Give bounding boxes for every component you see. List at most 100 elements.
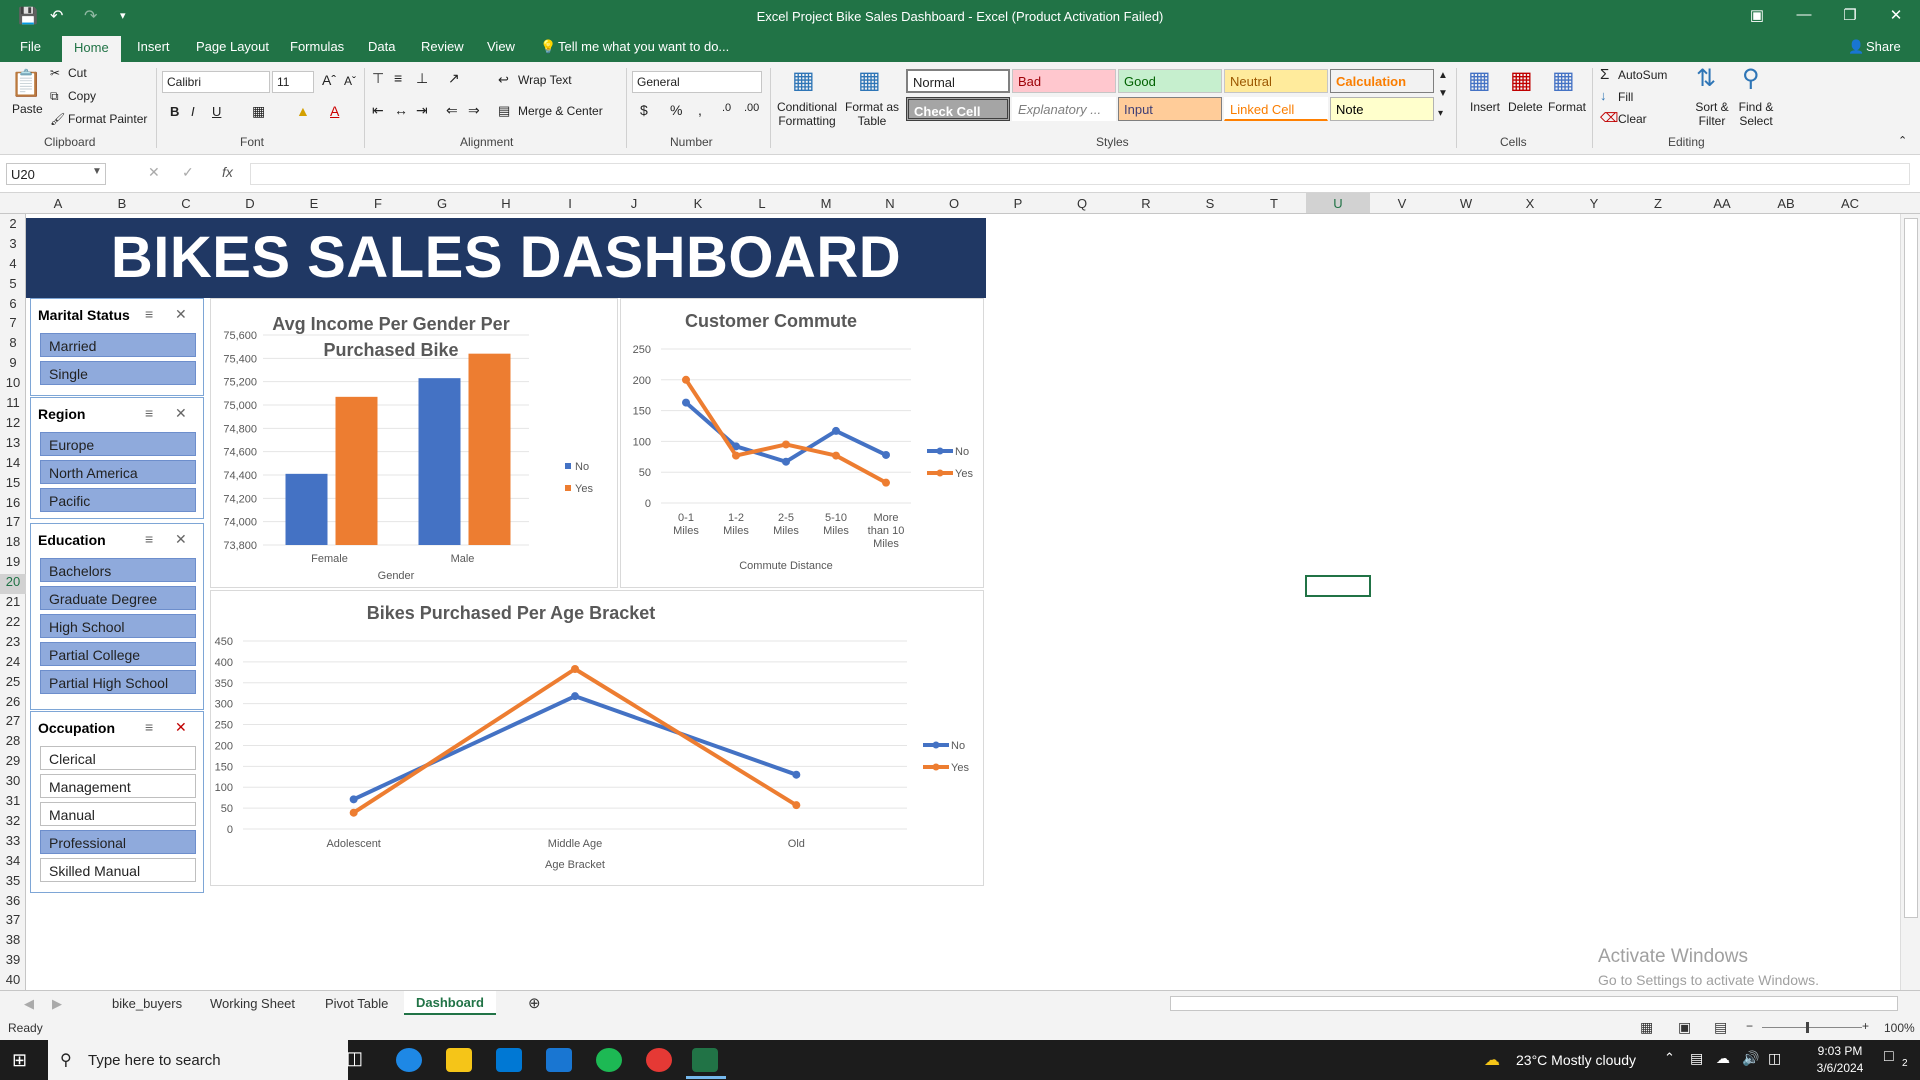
column-header[interactable]: O bbox=[922, 196, 986, 211]
formula-input[interactable] bbox=[250, 163, 1910, 185]
slicer-item[interactable]: Graduate Degree bbox=[40, 586, 196, 610]
row-header[interactable]: 25 bbox=[0, 674, 26, 694]
align-right-icon[interactable]: ⇥ bbox=[416, 102, 428, 119]
insert-cells-icon[interactable]: ▦ bbox=[1468, 66, 1491, 95]
column-header[interactable]: J bbox=[602, 196, 666, 211]
style-note[interactable]: Note bbox=[1330, 97, 1434, 121]
multi-select-icon[interactable]: ≡ bbox=[145, 405, 153, 421]
paste-button[interactable]: Paste bbox=[12, 102, 43, 116]
zoom-slider-thumb[interactable] bbox=[1806, 1022, 1809, 1033]
align-left-icon[interactable]: ⇤ bbox=[372, 102, 384, 119]
row-header[interactable]: 31 bbox=[0, 793, 26, 813]
styles-scroll-up-icon[interactable]: ▲ bbox=[1438, 70, 1448, 81]
column-header[interactable]: W bbox=[1434, 196, 1498, 211]
style-input[interactable]: Input bbox=[1118, 97, 1222, 121]
style-neutral[interactable]: Neutral bbox=[1224, 69, 1328, 93]
tab-page-layout[interactable]: Page Layout bbox=[196, 39, 269, 54]
clock-date[interactable]: 3/6/2024 bbox=[1800, 1061, 1880, 1075]
chrome-icon[interactable] bbox=[646, 1048, 672, 1072]
styles-more-icon[interactable]: ▾ bbox=[1438, 108, 1443, 119]
tab-review[interactable]: Review bbox=[421, 39, 464, 54]
italic-icon[interactable]: I bbox=[191, 104, 195, 119]
network-icon[interactable]: ▤ bbox=[1690, 1050, 1703, 1067]
column-header[interactable]: F bbox=[346, 196, 410, 211]
merge-center-button[interactable]: Merge & Center bbox=[518, 104, 603, 118]
row-header[interactable]: 33 bbox=[0, 833, 26, 853]
tab-view[interactable]: View bbox=[487, 39, 515, 54]
chart-age-bracket[interactable]: Bikes Purchased Per Age Bracket 450 400 35… bbox=[210, 590, 984, 886]
conditional-formatting-button[interactable]: Conditional Formatting bbox=[776, 100, 838, 128]
underline-icon[interactable]: U bbox=[212, 104, 221, 119]
column-header[interactable]: N bbox=[858, 196, 922, 211]
row-header[interactable]: 2 bbox=[0, 216, 26, 236]
spotify-icon[interactable] bbox=[596, 1048, 622, 1072]
clock-time[interactable]: 9:03 PM bbox=[1800, 1044, 1880, 1058]
clear-filter-icon[interactable]: ✕ bbox=[175, 306, 187, 323]
style-normal[interactable]: Normal bbox=[906, 69, 1010, 93]
sheet-tab[interactable]: bike_buyers bbox=[112, 996, 182, 1011]
row-header[interactable]: 40 bbox=[0, 972, 26, 992]
column-header[interactable]: X bbox=[1498, 196, 1562, 211]
column-header[interactable]: E bbox=[282, 196, 346, 211]
minimize-button[interactable]: — bbox=[1792, 6, 1816, 23]
row-header[interactable]: 39 bbox=[0, 952, 26, 972]
row-header[interactable]: 20 bbox=[0, 574, 26, 595]
page-layout-view-icon[interactable]: ▣ bbox=[1678, 1019, 1691, 1036]
column-header[interactable]: Q bbox=[1050, 196, 1114, 211]
row-header[interactable]: 10 bbox=[0, 375, 26, 395]
comma-icon[interactable]: , bbox=[698, 102, 702, 118]
tab-insert[interactable]: Insert bbox=[137, 39, 170, 54]
align-middle-icon[interactable]: ≡ bbox=[394, 70, 402, 86]
tab-file[interactable]: File bbox=[20, 39, 41, 54]
column-header[interactable]: L bbox=[730, 196, 794, 211]
slicer-item[interactable]: High School bbox=[40, 614, 196, 638]
merge-center-icon[interactable]: ▤ bbox=[498, 103, 510, 119]
row-header[interactable]: 29 bbox=[0, 753, 26, 773]
slicer-item[interactable]: Manual bbox=[40, 802, 196, 826]
zoom-in-icon[interactable]: + bbox=[1862, 1019, 1869, 1033]
bold-icon[interactable]: B bbox=[170, 104, 179, 119]
style-check-cell[interactable]: Check Cell bbox=[906, 97, 1010, 121]
row-header[interactable]: 32 bbox=[0, 813, 26, 833]
style-bad[interactable]: Bad bbox=[1012, 69, 1116, 93]
row-header[interactable]: 4 bbox=[0, 256, 26, 276]
row-header[interactable]: 34 bbox=[0, 853, 26, 873]
conditional-formatting-icon[interactable]: ▦ bbox=[792, 66, 815, 95]
column-header[interactable]: A bbox=[26, 196, 90, 211]
row-header[interactable]: 30 bbox=[0, 773, 26, 793]
row-header[interactable]: 12 bbox=[0, 415, 26, 435]
row-header[interactable]: 37 bbox=[0, 912, 26, 932]
file-explorer-icon[interactable] bbox=[446, 1048, 472, 1072]
sheet-tab-active[interactable]: Dashboard bbox=[404, 991, 496, 1015]
task-view-icon[interactable]: ◫ bbox=[346, 1048, 372, 1072]
number-format-box[interactable]: General bbox=[632, 71, 762, 93]
column-header[interactable]: B bbox=[90, 196, 154, 211]
slicer-item[interactable]: Pacific bbox=[40, 488, 196, 512]
decrease-indent-icon[interactable]: ⇐ bbox=[446, 102, 458, 119]
row-header[interactable]: 35 bbox=[0, 873, 26, 893]
mail-icon[interactable] bbox=[546, 1048, 572, 1072]
close-button[interactable]: ✕ bbox=[1884, 6, 1908, 24]
page-break-view-icon[interactable]: ▤ bbox=[1714, 1019, 1727, 1036]
slicer-item[interactable]: Management bbox=[40, 774, 196, 798]
slicer-item[interactable]: Partial College bbox=[40, 642, 196, 666]
row-header[interactable]: 18 bbox=[0, 534, 26, 554]
delete-cells-icon[interactable]: ▦ bbox=[1510, 66, 1533, 95]
cut-icon[interactable]: ✂ bbox=[50, 66, 60, 80]
slicer-item[interactable]: Professional bbox=[40, 830, 196, 854]
sort-filter-icon[interactable]: ⇅ bbox=[1696, 64, 1716, 93]
autosum-button[interactable]: AutoSum bbox=[1618, 68, 1667, 82]
font-size-box[interactable]: 11 bbox=[272, 71, 314, 93]
currency-icon[interactable]: $ bbox=[640, 102, 648, 118]
column-header[interactable]: R bbox=[1114, 196, 1178, 211]
column-header[interactable]: T bbox=[1242, 196, 1306, 211]
slicer-item[interactable]: Bachelors bbox=[40, 558, 196, 582]
chart-avg-income[interactable]: Avg Income Per Gender Per Purchased Bike… bbox=[210, 298, 618, 588]
row-header[interactable]: 24 bbox=[0, 654, 26, 674]
column-header[interactable]: V bbox=[1370, 196, 1434, 211]
style-linked-cell[interactable]: Linked Cell bbox=[1224, 97, 1328, 121]
find-select-icon[interactable]: ⚲ bbox=[1742, 64, 1760, 93]
column-header[interactable]: G bbox=[410, 196, 474, 211]
delete-cells-button[interactable]: Delete bbox=[1508, 100, 1543, 114]
ribbon-display-icon[interactable]: ▣ bbox=[1745, 6, 1769, 24]
